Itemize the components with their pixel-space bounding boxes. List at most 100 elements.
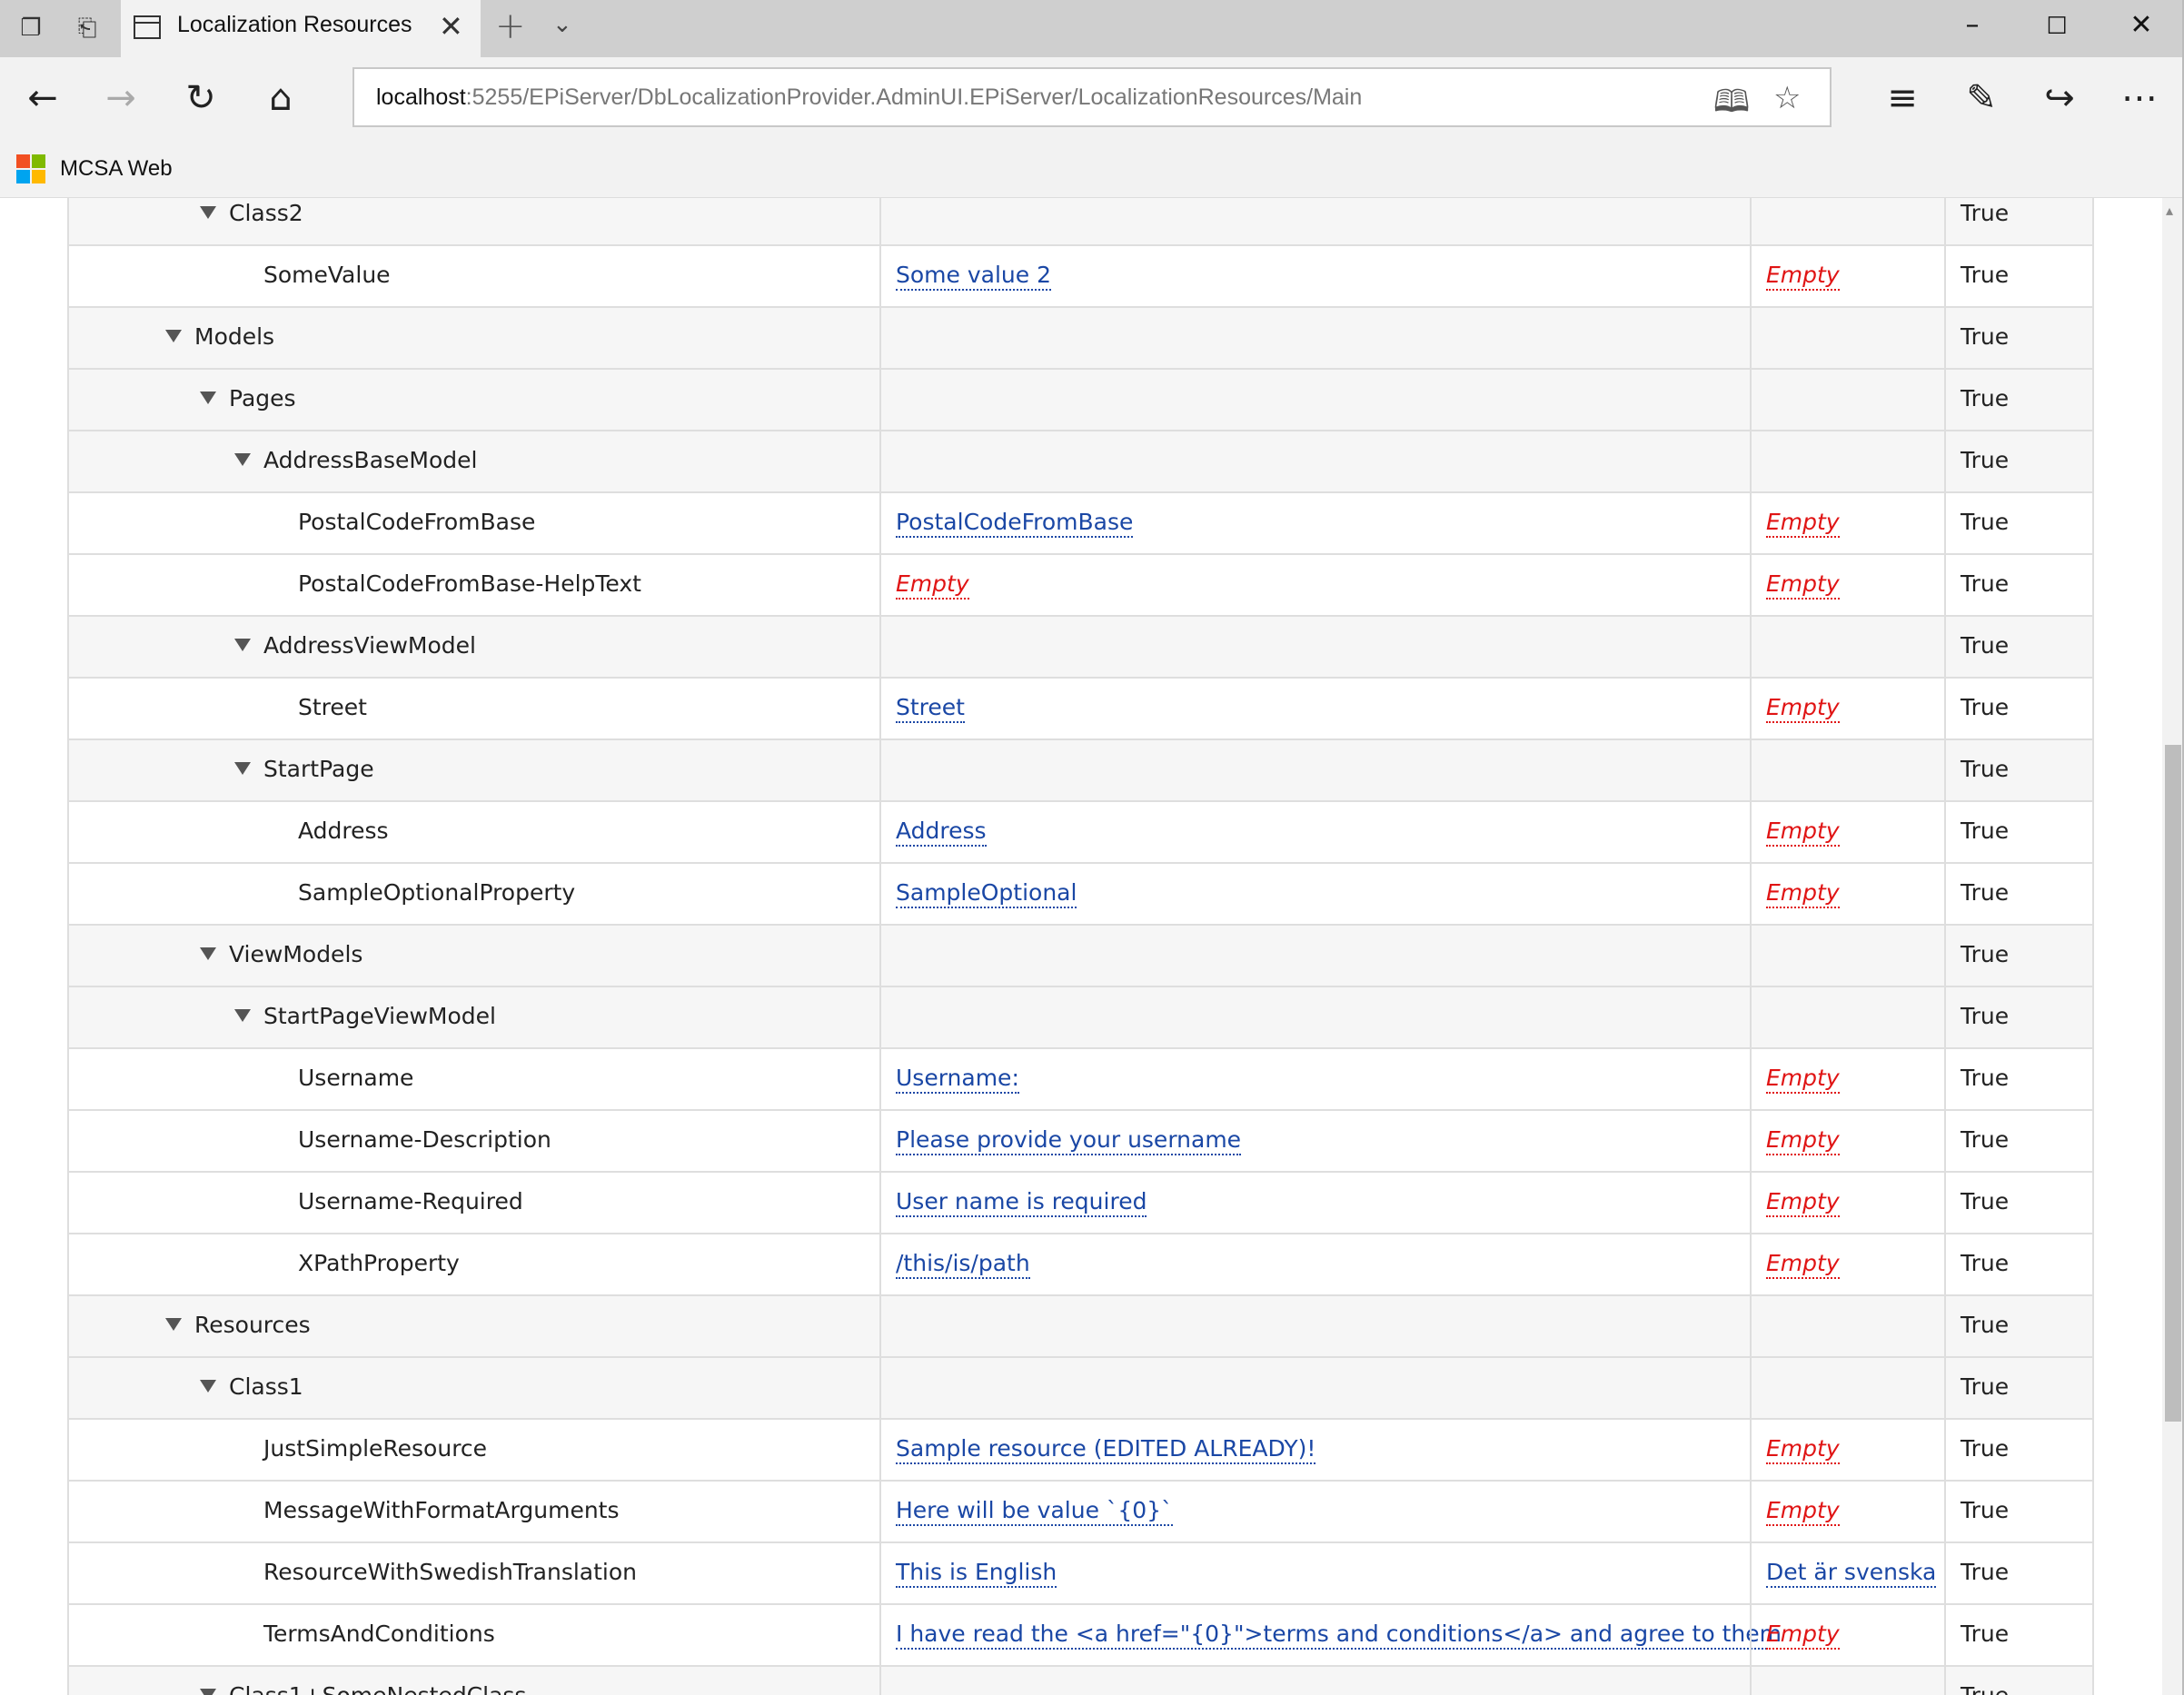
home-icon[interactable]: ⌂ <box>256 74 305 123</box>
english-translation-value[interactable]: SampleOptional <box>896 879 1077 908</box>
visible-flag-cell: True <box>1944 1049 2094 1109</box>
expand-triangle-icon[interactable] <box>234 453 251 466</box>
visible-flag-value: True <box>1961 818 2010 844</box>
table-row: Username-Description Please provide your … <box>67 1109 2094 1171</box>
resource-key-cell: Street <box>69 679 879 738</box>
minimize-button[interactable]: – <box>1945 9 2000 41</box>
expand-triangle-icon[interactable] <box>200 206 216 219</box>
swedish-translation-value[interactable]: Empty <box>1766 1497 1840 1526</box>
resource-key-cell: ViewModels <box>69 926 879 986</box>
swedish-translation-cell <box>1750 308 1946 368</box>
resource-key-cell: MessageWithFormatArguments <box>69 1482 879 1541</box>
expand-triangle-icon[interactable] <box>234 762 251 775</box>
english-translation-value[interactable]: User name is required <box>896 1188 1147 1217</box>
close-tab-icon[interactable]: ✕ <box>439 9 463 44</box>
swedish-translation-value[interactable]: Empty <box>1766 262 1840 291</box>
english-translation-value[interactable]: /this/is/path <box>896 1250 1030 1279</box>
web-note-icon[interactable]: ✎ <box>1957 74 2006 123</box>
expand-triangle-icon[interactable] <box>234 1009 251 1022</box>
english-translation-value[interactable]: PostalCodeFromBase <box>896 509 1134 538</box>
english-translation-value[interactable]: Some value 2 <box>896 262 1051 291</box>
swedish-translation-value[interactable]: Empty <box>1766 1435 1840 1464</box>
swedish-translation-value[interactable]: Empty <box>1766 1126 1840 1155</box>
table-group-row[interactable]: Pages True <box>67 368 2094 430</box>
expand-triangle-icon[interactable] <box>200 1689 216 1695</box>
resource-key-cell: JustSimpleResource <box>69 1420 879 1480</box>
swedish-translation-value[interactable]: Empty <box>1766 879 1840 908</box>
swedish-translation-value[interactable]: Empty <box>1766 509 1840 538</box>
expand-triangle-icon[interactable] <box>165 330 182 342</box>
table-group-row[interactable]: StartPageViewModel True <box>67 986 2094 1047</box>
reading-view-icon[interactable]: 🕮 <box>1713 80 1750 132</box>
resource-key-cell: Pages <box>69 370 879 430</box>
forward-arrow-icon[interactable]: → <box>96 74 145 123</box>
table-group-row[interactable]: Class1+SomeNestedClass True <box>67 1665 2094 1695</box>
swedish-translation-value[interactable]: Empty <box>1766 818 1840 847</box>
english-translation-value[interactable]: Street <box>896 694 965 723</box>
english-translation-value[interactable]: Empty <box>896 570 969 600</box>
table-group-row[interactable]: AddressBaseModel True <box>67 430 2094 491</box>
active-tab[interactable]: Localization Resources ✕ <box>121 0 481 57</box>
table-group-row[interactable]: Resources True <box>67 1294 2094 1356</box>
english-translation-value[interactable]: This is English <box>896 1559 1057 1588</box>
new-tab-button[interactable]: + <box>495 5 526 47</box>
swedish-translation-cell: Empty <box>1750 679 1946 738</box>
scroll-up-icon[interactable]: ▴ <box>2166 202 2173 219</box>
table-group-row[interactable]: Models True <box>67 306 2094 368</box>
english-translation-value[interactable]: Username: <box>896 1065 1019 1094</box>
table-group-row[interactable]: Class2 True <box>67 198 2094 244</box>
swedish-translation-cell <box>1750 987 1946 1047</box>
scrollbar-thumb[interactable] <box>2165 745 2181 1422</box>
resource-key-cell: XPathProperty <box>69 1234 879 1294</box>
close-window-button[interactable]: ✕ <box>2114 9 2169 41</box>
back-arrow-icon[interactable]: ← <box>18 74 67 123</box>
english-translation-value[interactable]: Here will be value `{0}` <box>896 1497 1173 1526</box>
swedish-translation-value[interactable]: Empty <box>1766 694 1840 723</box>
resource-key-label: XPathProperty <box>298 1250 460 1276</box>
maximize-button[interactable]: ☐ <box>2030 13 2084 40</box>
visible-flag-cell: True <box>1944 1358 2094 1418</box>
visible-flag-value: True <box>1961 1126 2010 1153</box>
visible-flag-cell: True <box>1944 679 2094 738</box>
english-translation-cell: Empty <box>879 555 1752 615</box>
refresh-icon[interactable]: ↻ <box>176 74 225 123</box>
swedish-translation-value[interactable]: Empty <box>1766 1065 1840 1094</box>
set-aside-tabs-icon[interactable]: ⎗ <box>73 15 102 42</box>
expand-triangle-icon[interactable] <box>234 639 251 651</box>
english-translation-value[interactable]: Address <box>896 818 987 847</box>
favorite-link-mcsa-web[interactable]: MCSA Web <box>60 156 173 182</box>
swedish-translation-cell: Empty <box>1750 555 1946 615</box>
swedish-translation-value[interactable]: Empty <box>1766 570 1840 600</box>
resource-key-label: Class1+SomeNestedClass <box>229 1682 526 1695</box>
english-translation-value[interactable]: Sample resource (EDITED ALREADY)! <box>896 1435 1316 1464</box>
expand-triangle-icon[interactable] <box>165 1318 182 1331</box>
english-translation-value[interactable]: I have read the <a href="{0}">terms and … <box>896 1621 1782 1650</box>
table-row: PostalCodeFromBase-HelpText Empty Empty Tru… <box>67 553 2094 615</box>
resource-key-cell: Username <box>69 1049 879 1109</box>
chevron-down-icon[interactable]: ⌄ <box>552 11 572 38</box>
resource-key-label: Resources <box>194 1312 311 1338</box>
table-group-row[interactable]: StartPage True <box>67 738 2094 800</box>
table-group-row[interactable]: Class1 True <box>67 1356 2094 1418</box>
resource-key-cell: PostalCodeFromBase <box>69 493 879 553</box>
expand-triangle-icon[interactable] <box>200 1380 216 1393</box>
swedish-translation-value[interactable]: Empty <box>1766 1621 1840 1650</box>
expand-triangle-icon[interactable] <box>200 947 216 960</box>
swedish-translation-value[interactable]: Empty <box>1766 1188 1840 1217</box>
star-icon[interactable]: ☆ <box>1773 80 1801 116</box>
table-group-row[interactable]: AddressViewModel True <box>67 615 2094 677</box>
english-translation-value[interactable]: Please provide your username <box>896 1126 1242 1155</box>
address-bar[interactable]: localhost:5255/EPiServer/DbLocalizationP… <box>352 67 1832 127</box>
share-icon[interactable]: ↪ <box>2035 74 2084 123</box>
swedish-translation-value[interactable]: Det är svenska <box>1766 1559 1937 1588</box>
resource-key-label: Username-Required <box>298 1188 523 1214</box>
tab-preview-icon[interactable]: ❐ <box>16 15 45 42</box>
table-row: JustSimpleResource Sample resource (EDITE… <box>67 1418 2094 1480</box>
favorites-hub-icon[interactable]: ≡ <box>1878 74 1927 123</box>
expand-triangle-icon[interactable] <box>200 392 216 404</box>
swedish-translation-value[interactable]: Empty <box>1766 1250 1840 1279</box>
swedish-translation-cell: Empty <box>1750 1420 1946 1480</box>
resource-key-label: AddressBaseModel <box>263 447 478 473</box>
more-icon[interactable]: ⋯ <box>2115 74 2164 123</box>
table-group-row[interactable]: ViewModels True <box>67 924 2094 986</box>
